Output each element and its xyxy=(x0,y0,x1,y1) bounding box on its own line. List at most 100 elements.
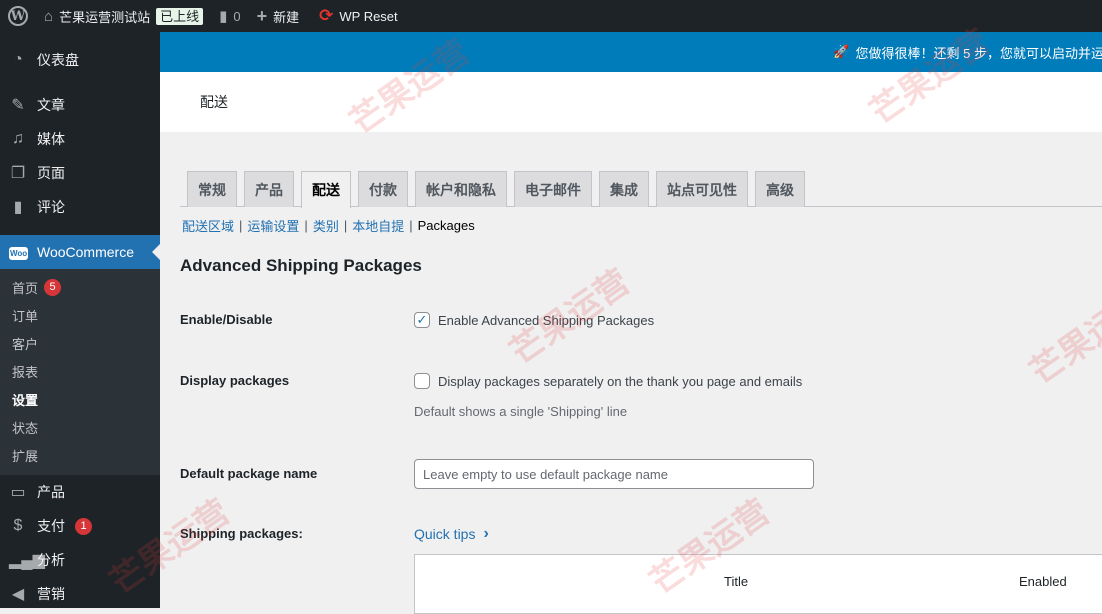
submenu-item-label: 状态 xyxy=(12,420,39,436)
reset-icon: ⟳ xyxy=(319,6,334,25)
submenu-item-home[interactable]: 首页 5 xyxy=(0,273,160,301)
sidebar-item-pages[interactable]: ❐ 页面 xyxy=(0,156,160,190)
sidebar-item-label: 页面 xyxy=(37,165,65,181)
enable-checkbox-label[interactable]: Enable Advanced Shipping Packages xyxy=(438,313,654,328)
wp-reset-label: WP Reset xyxy=(339,8,398,24)
chevron-right-icon: › xyxy=(483,525,489,542)
wordpress-logo-icon: W xyxy=(8,6,28,26)
display-packages-description: Default shows a single 'Shipping' line xyxy=(414,404,628,419)
tab-payments[interactable]: 付款 xyxy=(358,171,408,207)
column-header-title[interactable]: Title xyxy=(724,574,748,589)
admin-sidebar: ◔ 仪表盘 ✎ 文章 ♫ 媒体 ❐ 页面 ▮ 评论 Woo WooCommerce 首页 5 … xyxy=(0,32,160,608)
sidebar-item-label: WooCommerce xyxy=(37,244,134,260)
sidebar-item-marketing[interactable]: ◀ 营销 xyxy=(0,577,160,611)
shipping-packages-table: Title Enabled xyxy=(414,554,1102,614)
tab-accounts-privacy[interactable]: 帐户和隐私 xyxy=(415,171,507,207)
column-header-enabled[interactable]: Enabled xyxy=(1019,574,1067,589)
quick-tips-label: Quick tips xyxy=(414,526,476,542)
pin-icon: ✎ xyxy=(11,97,25,114)
sidebar-item-posts[interactable]: ✎ 文章 xyxy=(0,88,160,122)
display-packages-checkbox[interactable] xyxy=(414,373,430,389)
submenu-item-label: 设置 xyxy=(12,392,39,408)
separator: | xyxy=(343,218,348,233)
shipping-packages-label: Shipping packages: xyxy=(180,526,303,541)
display-field: Display packages separately on the thank… xyxy=(414,373,802,389)
wp-logo-menu[interactable]: W xyxy=(0,0,36,32)
dashboard-icon: ◔ xyxy=(13,51,23,68)
subnav-shipping-options[interactable]: 运输设置 xyxy=(247,216,299,235)
submenu-item-reports[interactable]: 报表 xyxy=(0,357,160,385)
sidebar-item-label: 仪表盘 xyxy=(37,52,79,68)
submenu-item-extensions[interactable]: 扩展 xyxy=(0,441,160,469)
tab-integration[interactable]: 集成 xyxy=(599,171,649,207)
live-status-badge: 已上线 xyxy=(156,7,204,25)
subnav-shipping-classes[interactable]: 类别 xyxy=(313,216,339,235)
submenu-item-status[interactable]: 状态 xyxy=(0,413,160,441)
submenu-item-label: 首页 xyxy=(12,280,39,296)
sidebar-item-label: 营销 xyxy=(37,586,65,602)
comments-menu[interactable]: ▮ 0 xyxy=(211,0,249,32)
sidebar-item-comments[interactable]: ▮ 评论 xyxy=(0,190,160,224)
subnav-shipping-zones[interactable]: 配送区域 xyxy=(182,216,234,235)
shipping-subnav: 配送区域 | 运输设置 | 类别 | 本地自提 | Packages xyxy=(182,216,475,235)
sidebar-item-payments[interactable]: $ 支付 1 xyxy=(0,509,160,543)
submenu-item-orders[interactable]: 订单 xyxy=(0,301,160,329)
default-package-name-input[interactable] xyxy=(414,459,814,489)
separator: | xyxy=(304,218,308,233)
sidebar-item-label: 文章 xyxy=(37,97,65,113)
notice-text: 您做得很棒！还剩 5 步，您就可以启动并运 xyxy=(855,45,1102,61)
home-icon: ⌂ xyxy=(44,7,54,25)
subnav-local-pickup[interactable]: 本地自提 xyxy=(352,216,404,235)
new-content-menu[interactable]: + 新建 xyxy=(249,0,308,32)
notification-badge: 1 xyxy=(75,517,92,535)
submenu-item-label: 订单 xyxy=(12,308,39,324)
rocket-icon: 🚀 xyxy=(833,44,850,59)
archive-icon: ▭ xyxy=(10,484,26,501)
section-title: Advanced Shipping Packages xyxy=(180,256,422,275)
submenu-item-label: 报表 xyxy=(12,364,39,380)
submenu-item-settings[interactable]: 设置 xyxy=(0,385,160,413)
tab-shipping[interactable]: 配送 xyxy=(301,171,351,208)
notification-badge: 5 xyxy=(44,278,62,296)
display-packages-checkbox-label[interactable]: Display packages separately on the thank… xyxy=(438,374,802,389)
tab-general[interactable]: 常规 xyxy=(187,171,237,207)
woo-icon: Woo xyxy=(9,247,29,260)
bar-chart-icon: ▂▄▆ xyxy=(9,552,45,569)
comment-icon: ▮ xyxy=(13,199,23,216)
enable-checkbox[interactable]: ✓ xyxy=(414,312,430,328)
sidebar-item-dashboard[interactable]: ◔ 仪表盘 xyxy=(0,43,160,77)
sidebar-item-label: 支付 xyxy=(37,518,65,534)
display-packages-label: Display packages xyxy=(180,373,290,388)
sidebar-item-woocommerce[interactable]: Woo WooCommerce xyxy=(0,235,160,269)
sidebar-item-products[interactable]: ▭ 产品 xyxy=(0,475,160,509)
pages-icon: ❐ xyxy=(10,165,26,182)
sidebar-item-analytics[interactable]: ▂▄▆ 分析 xyxy=(0,543,160,577)
megaphone-icon: ◀ xyxy=(11,586,25,603)
setup-progress-notice: 🚀 您做得很棒！还剩 5 步，您就可以启动并运 xyxy=(160,32,1102,72)
submenu-item-label: 客户 xyxy=(12,336,39,352)
submenu-item-customers[interactable]: 客户 xyxy=(0,329,160,357)
separator: | xyxy=(409,218,413,233)
site-name: 芒果运营测试站 xyxy=(59,9,151,25)
separator: | xyxy=(239,218,243,233)
tab-products[interactable]: 产品 xyxy=(244,171,294,207)
settings-tabs: 常规 产品 配送 付款 帐户和隐私 电子邮件 集成 站点可见性 高级 xyxy=(180,171,1102,208)
enable-field: ✓ Enable Advanced Shipping Packages xyxy=(414,312,654,328)
sidebar-item-label: 分析 xyxy=(37,552,65,568)
sidebar-item-media[interactable]: ♫ 媒体 xyxy=(0,122,160,156)
tab-advanced[interactable]: 高级 xyxy=(755,171,805,207)
wp-reset-menu[interactable]: ⟳ WP Reset xyxy=(311,0,406,32)
sidebar-item-label: 产品 xyxy=(37,484,65,500)
dollar-icon: $ xyxy=(13,517,23,534)
checkmark-icon: ✓ xyxy=(416,312,428,327)
media-icon: ♫ xyxy=(12,130,24,147)
tab-emails[interactable]: 电子邮件 xyxy=(514,171,592,207)
tab-site-visibility[interactable]: 站点可见性 xyxy=(656,171,748,207)
submenu-item-label: 扩展 xyxy=(12,448,39,464)
quick-tips-link[interactable]: Quick tips › xyxy=(414,525,489,543)
site-name-menu[interactable]: ⌂ 芒果运营测试站 已上线 xyxy=(36,0,211,32)
page-title: 配送 xyxy=(200,94,228,110)
new-label: 新建 xyxy=(273,9,300,25)
woocommerce-submenu: 首页 5 订单 客户 报表 设置 状态 扩展 xyxy=(0,269,160,475)
sidebar-item-label: 媒体 xyxy=(37,131,65,147)
